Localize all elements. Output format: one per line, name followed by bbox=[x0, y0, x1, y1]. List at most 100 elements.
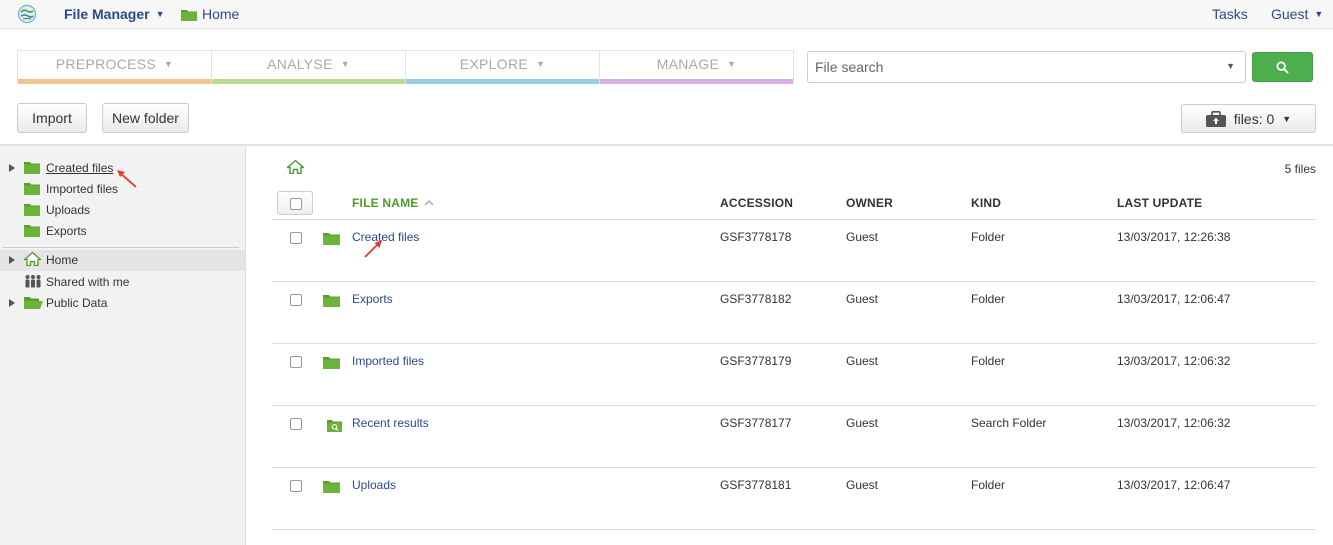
tab-explore[interactable]: EXPLORE ▼ bbox=[406, 51, 600, 84]
sidebar-item-label: Public Data bbox=[46, 296, 108, 310]
folder-icon bbox=[323, 295, 340, 307]
owner-cell: Guest bbox=[846, 292, 879, 306]
column-header-last-update[interactable]: LAST UPDATE bbox=[1117, 196, 1202, 210]
sidebar-item-label: Exports bbox=[46, 224, 87, 238]
import-button[interactable]: Import bbox=[17, 103, 87, 133]
tasks-link[interactable]: Tasks bbox=[1212, 6, 1248, 22]
briefcase-icon bbox=[1205, 110, 1226, 127]
folder-icon bbox=[24, 183, 40, 195]
tab-preprocess[interactable]: PREPROCESS ▼ bbox=[18, 51, 212, 84]
breadcrumb-home[interactable]: Home bbox=[181, 6, 239, 22]
search-folder-icon bbox=[327, 420, 342, 432]
tab-color-bar bbox=[406, 79, 599, 84]
tab-color-bar bbox=[600, 79, 793, 84]
table-row[interactable]: Exports GSF3778182 Guest Folder 13/03/20… bbox=[272, 282, 1316, 344]
user-name: Guest bbox=[1271, 6, 1309, 22]
accession-cell: GSF3778182 bbox=[720, 292, 792, 306]
tab-label: MANAGE bbox=[656, 56, 720, 72]
accession-cell: GSF3778181 bbox=[720, 478, 792, 492]
select-all-checkbox[interactable] bbox=[277, 191, 313, 215]
file-name-link[interactable]: Recent results bbox=[352, 416, 429, 430]
annotation-arrow-icon bbox=[117, 170, 137, 188]
sort-ascending-icon bbox=[424, 199, 434, 206]
app-logo-icon[interactable] bbox=[17, 4, 37, 24]
kind-cell: Folder bbox=[971, 354, 1006, 368]
file-name-link[interactable]: Uploads bbox=[352, 478, 396, 492]
annotation-arrow-icon bbox=[364, 240, 382, 258]
sidebar-item-uploads[interactable]: Uploads bbox=[0, 200, 245, 221]
chevron-down-icon: ▼ bbox=[727, 59, 737, 69]
search-button[interactable] bbox=[1252, 52, 1313, 82]
column-label: FILE NAME bbox=[352, 196, 419, 210]
file-manager-menu[interactable]: File Manager ▼ bbox=[64, 6, 165, 22]
user-menu[interactable]: Guest ▼ bbox=[1271, 6, 1323, 22]
tab-manage[interactable]: MANAGE ▼ bbox=[600, 51, 793, 84]
file-name-link[interactable]: Imported files bbox=[352, 354, 424, 368]
row-checkbox[interactable] bbox=[290, 232, 302, 244]
folder-icon bbox=[24, 204, 40, 216]
new-folder-button[interactable]: New folder bbox=[102, 103, 189, 133]
search-dropdown-icon[interactable]: ▼ bbox=[1226, 61, 1235, 71]
sidebar-item-label: Created files bbox=[46, 161, 114, 175]
sidebar-item-shared-with-me[interactable]: Shared with me bbox=[0, 272, 245, 293]
chevron-down-icon: ▼ bbox=[164, 59, 174, 69]
column-header-file-name[interactable]: FILE NAME bbox=[352, 196, 434, 210]
folder-icon bbox=[323, 357, 340, 369]
table-row[interactable]: Imported files GSF3778179 Guest Folder 1… bbox=[272, 344, 1316, 406]
owner-cell: Guest bbox=[846, 416, 879, 430]
home-icon[interactable] bbox=[287, 160, 304, 174]
expand-arrow-icon[interactable] bbox=[9, 299, 15, 307]
row-checkbox[interactable] bbox=[290, 480, 302, 492]
accession-cell: GSF3778179 bbox=[720, 354, 792, 368]
row-checkbox[interactable] bbox=[290, 418, 302, 430]
search-input[interactable] bbox=[808, 52, 1208, 82]
owner-cell: Guest bbox=[846, 478, 879, 492]
folder-icon bbox=[181, 10, 197, 21]
top-bar: File Manager ▼ Home Tasks Guest ▼ bbox=[0, 0, 1333, 29]
files-basket-button[interactable]: files: 0 ▼ bbox=[1181, 104, 1316, 133]
last-update-cell: 13/03/2017, 12:06:47 bbox=[1117, 292, 1231, 306]
row-checkbox[interactable] bbox=[290, 356, 302, 368]
last-update-cell: 13/03/2017, 12:26:38 bbox=[1117, 230, 1231, 244]
folder-icon bbox=[24, 162, 40, 174]
breadcrumb-home-label: Home bbox=[202, 6, 240, 22]
people-icon bbox=[25, 275, 41, 288]
chevron-down-icon: ▼ bbox=[155, 9, 165, 19]
home-icon bbox=[24, 252, 41, 266]
column-header-owner[interactable]: OWNER bbox=[846, 196, 893, 210]
row-checkbox[interactable] bbox=[290, 294, 302, 306]
checkbox[interactable] bbox=[290, 198, 302, 210]
owner-cell: Guest bbox=[846, 230, 879, 244]
folder-icon bbox=[323, 233, 340, 245]
sidebar-item-public-data[interactable]: Public Data bbox=[0, 293, 245, 314]
sidebar-item-home[interactable]: Home bbox=[0, 250, 245, 271]
table-row[interactable]: Recent results GSF3778177 Guest Search F… bbox=[272, 406, 1316, 468]
expand-arrow-icon[interactable] bbox=[9, 164, 15, 172]
tab-color-bar bbox=[212, 79, 405, 84]
sidebar-item-label: Shared with me bbox=[46, 275, 130, 289]
accession-cell: GSF3778177 bbox=[720, 416, 792, 430]
chevron-down-icon: ▼ bbox=[536, 59, 546, 69]
chevron-down-icon: ▼ bbox=[1314, 9, 1324, 19]
column-header-kind[interactable]: KIND bbox=[971, 196, 1001, 210]
file-list-header: FILE NAME ACCESSION OWNER KIND LAST UPDA… bbox=[272, 189, 1316, 220]
table-row[interactable]: Uploads GSF3778181 Guest Folder 13/03/20… bbox=[272, 468, 1316, 530]
kind-cell: Folder bbox=[971, 292, 1006, 306]
sidebar-item-exports[interactable]: Exports bbox=[0, 221, 245, 242]
kind-cell: Search Folder bbox=[971, 416, 1047, 430]
folder-icon bbox=[323, 481, 340, 493]
sidebar-item-label: Imported files bbox=[46, 182, 119, 196]
expand-arrow-icon[interactable] bbox=[9, 256, 15, 264]
sidebar-item-label: Uploads bbox=[46, 203, 91, 217]
tab-analyse[interactable]: ANALYSE ▼ bbox=[212, 51, 406, 84]
tab-label: ANALYSE bbox=[267, 56, 333, 72]
folder-tree-sidebar: Created files Imported files Uploads Exp… bbox=[0, 146, 246, 545]
last-update-cell: 13/03/2017, 12:06:32 bbox=[1117, 416, 1231, 430]
file-name-link[interactable]: Exports bbox=[352, 292, 393, 306]
files-count-label: files: 0 bbox=[1233, 110, 1275, 127]
kind-cell: Folder bbox=[971, 478, 1006, 492]
open-folder-icon bbox=[24, 297, 43, 309]
column-header-accession[interactable]: ACCESSION bbox=[720, 196, 793, 210]
sidebar-item-label: Home bbox=[46, 253, 79, 267]
table-row[interactable]: Created files GSF3778178 Guest Folder 13… bbox=[272, 220, 1316, 282]
